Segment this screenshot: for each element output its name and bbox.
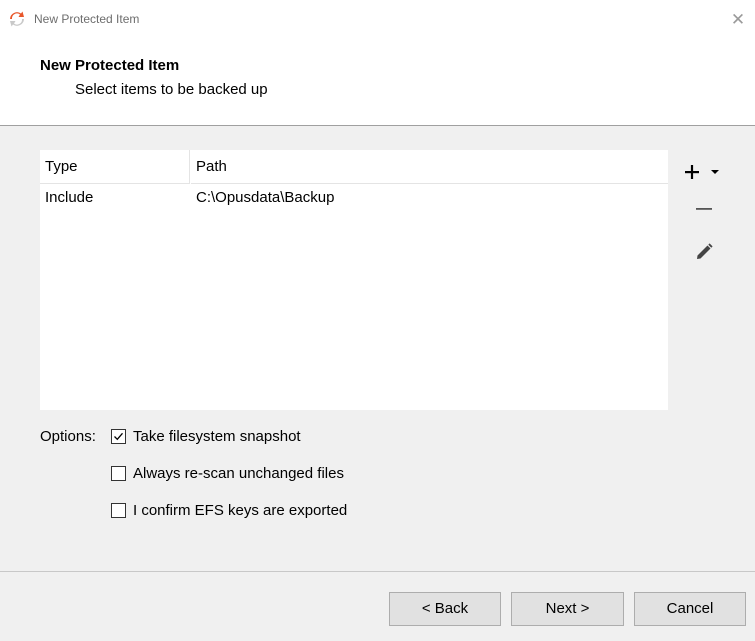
option-label-confirm-efs: I confirm EFS keys are exported	[133, 501, 348, 519]
close-button[interactable]: ✕	[726, 8, 750, 32]
minus-icon	[696, 208, 712, 210]
close-icon: ✕	[730, 10, 746, 30]
caret-down-icon[interactable]	[709, 167, 721, 177]
next-button[interactable]: Next >	[511, 592, 624, 626]
table-row[interactable]: Include C:\Opusdata\Backup	[40, 185, 668, 211]
option-take-snapshot[interactable]: Take filesystem snapshot	[111, 425, 301, 447]
pencil-icon	[697, 243, 713, 259]
option-always-rescan[interactable]: Always re-scan unchanged files	[111, 462, 344, 484]
protected-items-list[interactable]: Type Path Include C:\Opusdata\Backup	[40, 150, 668, 410]
wizard-footer: < Back Next > Cancel	[0, 571, 755, 641]
wizard-header: New Protected Item Select items to be ba…	[0, 40, 755, 126]
backup-app-icon	[10, 11, 24, 27]
plus-icon	[685, 165, 699, 179]
column-header-type[interactable]: Type	[40, 150, 190, 184]
option-confirm-efs[interactable]: I confirm EFS keys are exported	[111, 499, 347, 521]
page-subtitle: Select items to be backed up	[75, 81, 268, 98]
page-title: New Protected Item	[40, 57, 180, 74]
add-item-button[interactable]	[683, 159, 725, 185]
checkmark-icon	[114, 432, 123, 440]
cancel-button[interactable]: Cancel	[634, 592, 746, 626]
column-header-path[interactable]: Path	[191, 150, 668, 184]
checkbox-always-rescan[interactable]	[111, 465, 126, 481]
checkbox-confirm-efs[interactable]	[111, 502, 126, 518]
back-button[interactable]: < Back	[389, 592, 501, 626]
cell-type: Include	[45, 189, 94, 206]
title-bar: New Protected Item ✕	[0, 0, 755, 40]
remove-item-button[interactable]	[692, 196, 716, 220]
option-label-take-snapshot: Take filesystem snapshot	[133, 427, 301, 445]
options-label: Options:	[40, 428, 96, 445]
window-title: New Protected Item	[34, 12, 140, 26]
option-label-always-rescan: Always re-scan unchanged files	[133, 464, 344, 482]
checkbox-take-snapshot[interactable]	[111, 428, 126, 444]
edit-item-button[interactable]	[693, 241, 715, 263]
cell-path: C:\Opusdata\Backup	[196, 189, 335, 206]
